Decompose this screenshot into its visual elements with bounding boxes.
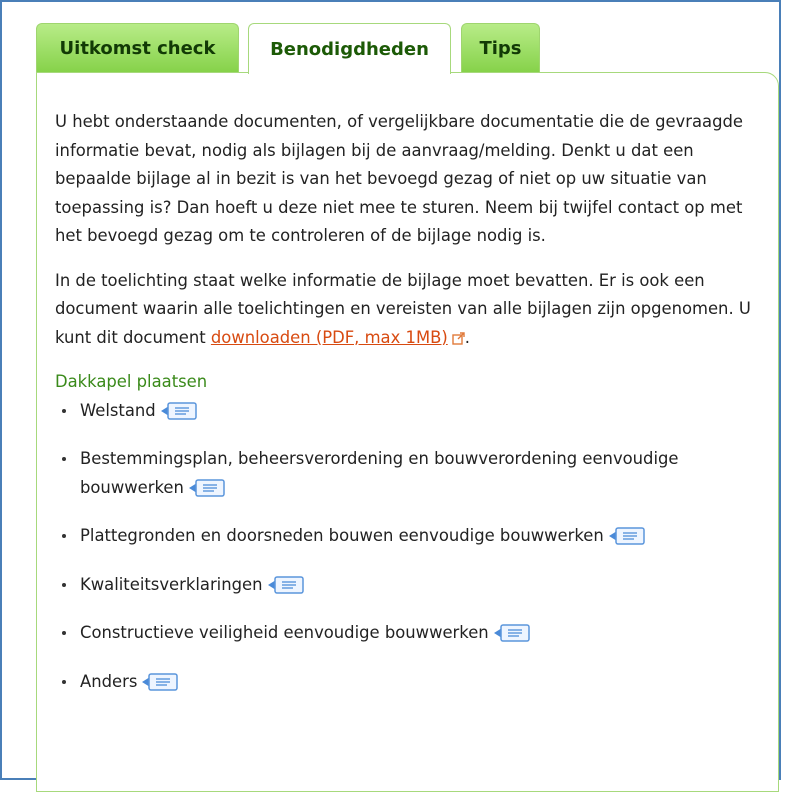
info-note-icon[interactable] [188, 478, 228, 497]
section-title: Dakkapel plaatsen [55, 372, 208, 391]
download-end: . [464, 327, 470, 347]
item-label: Plattegronden en doorsneden bouwen eenvo… [80, 526, 604, 545]
item-label: Anders [80, 671, 138, 691]
info-note-icon[interactable] [608, 527, 648, 545]
panel-content: U hebt onderstaande documenten, of verge… [55, 108, 760, 716]
external-link-icon[interactable] [452, 331, 465, 345]
item-label: Kwaliteitsverklaringen [80, 574, 263, 594]
download-link[interactable]: downloaden (PDF, max 1MB) [211, 328, 448, 347]
list-item: Anders [55, 668, 760, 697]
tab-tips[interactable]: Tips [461, 23, 540, 72]
list-item: Constructieve veiligheid eenvoudige bouw… [55, 619, 760, 648]
list-item: Kwaliteitsverklaringen [55, 571, 760, 600]
info-note-icon[interactable] [141, 672, 181, 691]
tab-benodigdheden[interactable]: Benodigdheden [248, 23, 451, 74]
item-label: Welstand [80, 400, 156, 420]
item-label: Constructieve veiligheid eenvoudige bouw… [80, 623, 489, 642]
info-note-icon[interactable] [493, 624, 533, 642]
tab-uitkomst-check[interactable]: Uitkomst check [36, 23, 239, 72]
list-item: Plattegronden en doorsneden bouwen eenvo… [55, 522, 760, 551]
requirements-list: Welstand Bestemmingsplan, beheersverorde… [55, 397, 760, 697]
info-note-icon[interactable] [267, 575, 307, 594]
info-note-icon[interactable] [160, 401, 200, 420]
download-paragraph: In de toelichting staat welke informatie… [55, 267, 760, 353]
list-item: Bestemmingsplan, beheersverordening en b… [55, 445, 760, 502]
intro-paragraph: U hebt onderstaande documenten, of verge… [55, 112, 743, 245]
item-label: Bestemmingsplan, beheersverordening en b… [80, 449, 679, 497]
list-item: Welstand [55, 397, 760, 426]
